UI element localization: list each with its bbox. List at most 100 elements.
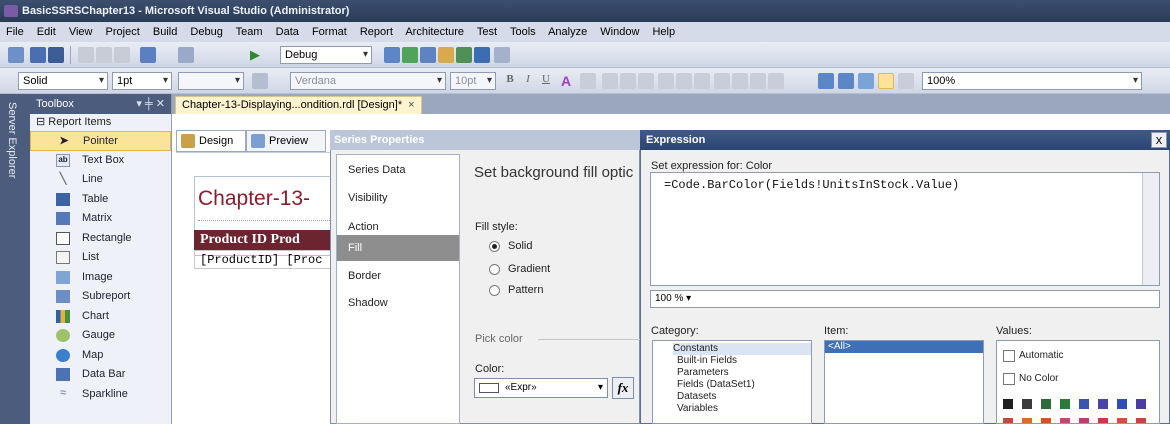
no-color-checkbox[interactable] xyxy=(1003,373,1015,385)
color-swatch[interactable] xyxy=(1117,418,1127,423)
toolbox-item-table[interactable]: Table xyxy=(30,190,171,210)
category-list[interactable]: Constants Built-in Fields Parameters Fie… xyxy=(652,340,812,424)
toolbox-item-subreport[interactable]: Subreport xyxy=(30,287,171,307)
border-icon[interactable] xyxy=(252,73,268,89)
menu-architecture[interactable]: Architecture xyxy=(405,26,464,38)
category-item[interactable]: Fields (DataSet1) xyxy=(677,379,811,391)
menu-debug[interactable]: Debug xyxy=(190,26,222,38)
align-top-icon[interactable] xyxy=(658,73,674,89)
document-tab[interactable]: Chapter-13-Displaying...ondition.rdl [De… xyxy=(175,96,422,114)
save-all-icon[interactable] xyxy=(48,47,64,63)
bullets-icon[interactable] xyxy=(714,73,730,89)
values-panel[interactable]: Automatic No Color xyxy=(996,340,1160,424)
menu-format[interactable]: Format xyxy=(312,26,347,38)
toolbox-item-line[interactable]: ╲ Line xyxy=(30,170,171,190)
fill-gradient-radio[interactable] xyxy=(489,264,500,275)
expression-zoom-bar[interactable]: 100 % ▾ xyxy=(650,290,1160,308)
align-left-icon[interactable] xyxy=(602,73,618,89)
nav-border[interactable]: Border xyxy=(337,263,459,289)
category-item[interactable]: Variables xyxy=(677,403,811,415)
color-swatch[interactable] xyxy=(1041,418,1051,423)
toolbox-item-map[interactable]: Map xyxy=(30,346,171,366)
color-swatch[interactable] xyxy=(1079,399,1089,409)
bold-icon[interactable]: B xyxy=(502,73,518,89)
menu-view[interactable]: View xyxy=(69,26,93,38)
toolbox-group[interactable]: ⊟ Report Items xyxy=(30,114,171,131)
nav-shadow[interactable]: Shadow xyxy=(337,290,459,316)
table-detail-row[interactable]: [ProductID] [Proc xyxy=(194,250,332,269)
solution-explorer-icon[interactable] xyxy=(402,47,418,63)
ruler-icon[interactable] xyxy=(878,73,894,89)
color-swatch[interactable] xyxy=(1003,399,1013,409)
menu-tools[interactable]: Tools xyxy=(510,26,536,38)
nav-visibility[interactable]: Visibility xyxy=(337,185,459,211)
cut-icon[interactable] xyxy=(78,47,94,63)
category-item[interactable]: Constants xyxy=(673,343,811,355)
copy-icon[interactable] xyxy=(96,47,112,63)
numbering-icon[interactable] xyxy=(732,73,748,89)
toolbox-item-matrix[interactable]: Matrix xyxy=(30,209,171,229)
preview-tab[interactable]: Preview xyxy=(246,130,326,152)
expression-zoom[interactable]: 100 % xyxy=(655,293,683,304)
paste-icon[interactable] xyxy=(114,47,130,63)
line-width-select[interactable]: 1pt xyxy=(112,72,172,90)
toolbox-item-gauge[interactable]: Gauge xyxy=(30,326,171,346)
background-color-icon[interactable] xyxy=(580,73,596,89)
toolbox-item-pointer[interactable]: ➤ Pointer xyxy=(30,131,171,151)
underline-icon[interactable]: U xyxy=(538,73,554,89)
decrease-indent-icon[interactable] xyxy=(750,73,766,89)
save-icon[interactable] xyxy=(30,47,46,63)
align-right-icon[interactable] xyxy=(638,73,654,89)
category-item[interactable]: Parameters xyxy=(677,367,811,379)
menu-window[interactable]: Window xyxy=(600,26,639,38)
report-title-textbox[interactable]: Chapter-13- xyxy=(198,184,332,214)
color-swatch[interactable] xyxy=(1022,399,1032,409)
color-swatch[interactable] xyxy=(1060,418,1070,423)
menu-data[interactable]: Data xyxy=(276,26,299,38)
close-icon[interactable]: x xyxy=(1151,132,1167,148)
menu-analyze[interactable]: Analyze xyxy=(548,26,587,38)
color-swatch[interactable] xyxy=(1098,399,1108,409)
color-swatch[interactable] xyxy=(1079,418,1089,423)
properties-icon[interactable] xyxy=(420,47,436,63)
menu-build[interactable]: Build xyxy=(153,26,177,38)
category-item[interactable]: Datasets xyxy=(677,391,811,403)
menu-project[interactable]: Project xyxy=(106,26,140,38)
menu-file[interactable]: File xyxy=(6,26,24,38)
report-properties-icon[interactable] xyxy=(818,73,834,89)
snap-icon[interactable] xyxy=(898,73,914,89)
find-icon[interactable] xyxy=(384,47,400,63)
color-swatch[interactable] xyxy=(1117,399,1127,409)
line-style-select[interactable]: Solid xyxy=(18,72,108,90)
pin-icon[interactable]: ▾ ╪ ✕ xyxy=(136,94,165,114)
server-explorer-strip[interactable]: Server Explorer xyxy=(0,94,30,424)
solution-config-select[interactable]: Debug xyxy=(280,46,372,64)
toolbox-item-image[interactable]: Image xyxy=(30,268,171,288)
toolbox-icon[interactable] xyxy=(456,47,472,63)
automatic-checkbox[interactable] xyxy=(1003,350,1015,362)
font-size-select[interactable]: 10pt xyxy=(450,72,496,90)
start-debugging-icon[interactable]: ▶ xyxy=(250,47,266,63)
menu-test[interactable]: Test xyxy=(477,26,497,38)
item-all[interactable]: <All> xyxy=(825,341,983,353)
toolbox-item-sparkline[interactable]: ≈ Sparkline xyxy=(30,385,171,405)
expression-text[interactable]: =Code.BarColor(Fields!UnitsInStock.Value… xyxy=(664,178,959,192)
nav-series-data[interactable]: Series Data xyxy=(337,157,459,183)
color-swatch[interactable] xyxy=(1098,418,1108,423)
font-family-select[interactable]: Verdana xyxy=(290,72,446,90)
color-swatch[interactable] xyxy=(1041,399,1051,409)
align-bottom-icon[interactable] xyxy=(694,73,710,89)
font-color-icon[interactable]: A xyxy=(558,73,574,89)
category-item[interactable]: Built-in Fields xyxy=(677,355,811,367)
italic-icon[interactable]: I xyxy=(520,73,536,89)
color-swatch[interactable] xyxy=(1136,418,1146,423)
undo-icon[interactable] xyxy=(140,47,156,63)
fill-pattern-radio[interactable] xyxy=(489,285,500,296)
object-browser-icon[interactable] xyxy=(438,47,454,63)
windows-icon[interactable] xyxy=(494,47,510,63)
expression-button[interactable]: fx xyxy=(612,377,634,399)
align-center-icon[interactable] xyxy=(620,73,636,89)
team-explorer-icon[interactable] xyxy=(474,47,490,63)
grouping-icon[interactable] xyxy=(838,73,854,89)
fill-solid-radio[interactable] xyxy=(489,241,500,252)
